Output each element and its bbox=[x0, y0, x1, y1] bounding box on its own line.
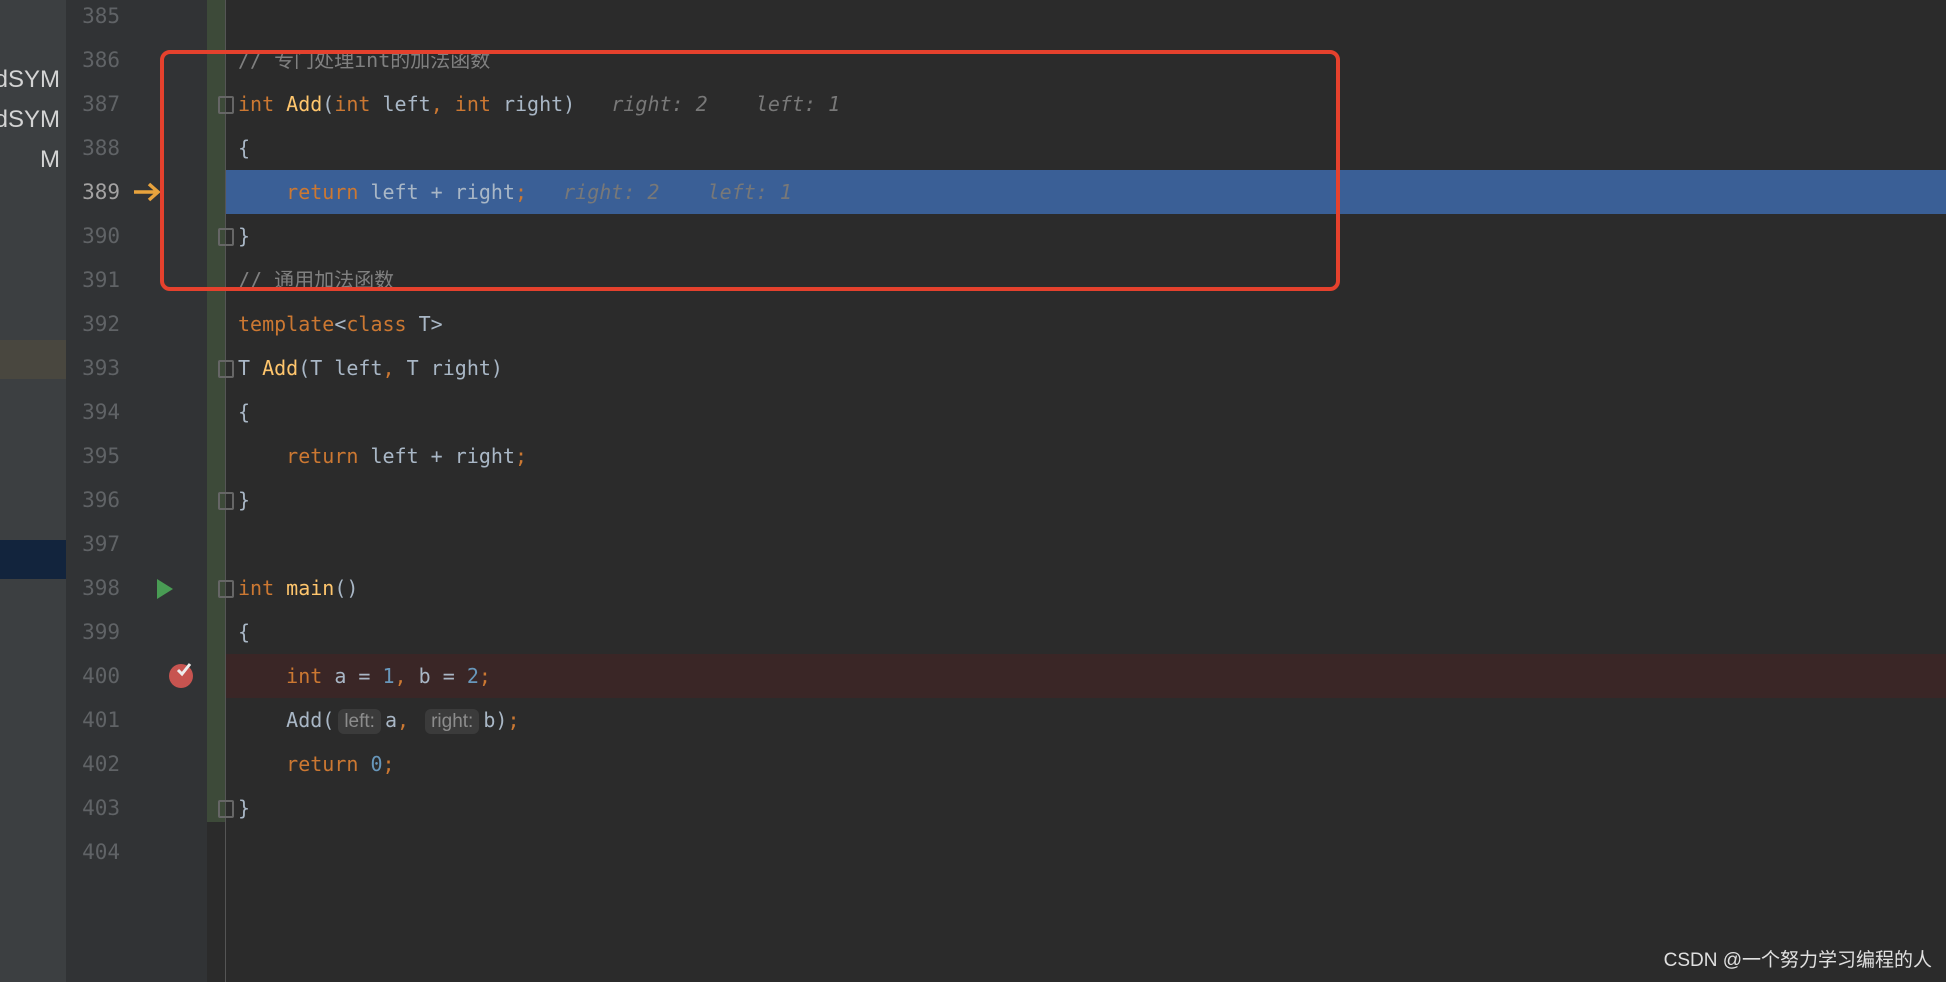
code-token: b) bbox=[483, 708, 508, 732]
code-token: ; bbox=[507, 708, 520, 732]
code-token: Add( bbox=[238, 708, 335, 732]
code-text[interactable]: Add(left: a, right: b); bbox=[238, 698, 519, 744]
code-text[interactable]: template<class T> bbox=[238, 302, 443, 346]
line-number: 400 bbox=[82, 664, 120, 688]
code-text[interactable]: return left + right; bbox=[238, 434, 527, 478]
line-number: 394 bbox=[82, 400, 120, 424]
execution-arrow-icon bbox=[134, 182, 161, 202]
code-line[interactable]: 393 T Add(T left, T right) bbox=[0, 346, 1946, 390]
code-token: return bbox=[238, 444, 371, 468]
code-line[interactable]: 385 bbox=[0, 0, 1946, 38]
code-token: int bbox=[238, 576, 287, 600]
code-token: , bbox=[397, 708, 422, 732]
code-line[interactable]: 400 int a = 1, b = 2; bbox=[0, 654, 1946, 698]
line-number: 399 bbox=[82, 620, 120, 644]
code-token: T> bbox=[418, 312, 443, 336]
code-token: 1 bbox=[382, 664, 395, 688]
line-number: 404 bbox=[82, 840, 120, 864]
code-token: ; bbox=[382, 752, 395, 776]
fold-icon[interactable] bbox=[218, 360, 234, 378]
line-number: 385 bbox=[82, 4, 120, 28]
line-number: 395 bbox=[82, 444, 120, 468]
code-token: 0 bbox=[370, 752, 383, 776]
code-line[interactable]: 401 Add(left: a, right: b); bbox=[0, 698, 1946, 742]
parameter-hint: right: bbox=[425, 709, 480, 734]
line-number: 401 bbox=[82, 708, 120, 732]
code-line[interactable]: 403} bbox=[0, 786, 1946, 830]
code-token: template bbox=[238, 312, 335, 336]
line-number: 386 bbox=[82, 48, 120, 72]
code-text[interactable]: int a = 1, b = 2; bbox=[238, 654, 491, 698]
code-token: class bbox=[346, 312, 419, 336]
code-line[interactable]: 402 return 0; bbox=[0, 742, 1946, 786]
code-text[interactable]: { bbox=[238, 610, 250, 654]
code-token: Add bbox=[262, 356, 299, 380]
line-number: 396 bbox=[82, 488, 120, 512]
line-number: 393 bbox=[82, 356, 120, 380]
code-token: { bbox=[238, 400, 251, 424]
code-token: , bbox=[382, 356, 407, 380]
code-token: (T left bbox=[298, 356, 383, 380]
code-token: main bbox=[286, 576, 335, 600]
code-line[interactable]: 394 { bbox=[0, 390, 1946, 434]
code-token: < bbox=[334, 312, 347, 336]
line-number: 392 bbox=[82, 312, 120, 336]
code-token: T right) bbox=[406, 356, 503, 380]
line-number: 387 bbox=[82, 92, 120, 116]
highlight-box bbox=[160, 50, 1340, 291]
line-number: 402 bbox=[82, 752, 120, 776]
line-number: 390 bbox=[82, 224, 120, 248]
code-token: int bbox=[238, 664, 335, 688]
code-line[interactable]: 404 bbox=[0, 830, 1946, 874]
code-text[interactable]: T Add(T left, T right) bbox=[238, 346, 503, 390]
breakpoint-icon[interactable] bbox=[167, 660, 197, 690]
code-line[interactable]: 397 bbox=[0, 522, 1946, 566]
fold-icon[interactable] bbox=[218, 800, 234, 818]
line-number: 398 bbox=[82, 576, 120, 600]
code-line[interactable]: 392 template<class T> bbox=[0, 302, 1946, 346]
line-number: 391 bbox=[82, 268, 120, 292]
code-text[interactable]: return 0; bbox=[238, 742, 395, 786]
run-icon[interactable] bbox=[155, 577, 175, 601]
line-number: 388 bbox=[82, 136, 120, 160]
code-token: ; bbox=[514, 444, 527, 468]
code-token: ; bbox=[478, 664, 491, 688]
code-token: T bbox=[238, 356, 263, 380]
code-token: a = bbox=[334, 664, 383, 688]
line-number: 389 bbox=[82, 180, 120, 204]
parameter-hint: left: bbox=[338, 709, 381, 734]
code-token: () bbox=[334, 576, 359, 600]
code-token: 2 bbox=[466, 664, 479, 688]
fold-icon[interactable] bbox=[218, 492, 234, 510]
code-line[interactable]: 396} bbox=[0, 478, 1946, 522]
watermark: CSDN @一个努力学习编程的人 bbox=[1663, 950, 1932, 971]
code-token: return bbox=[238, 752, 371, 776]
code-token: , bbox=[394, 664, 419, 688]
code-token: b = bbox=[418, 664, 467, 688]
line-number: 403 bbox=[82, 796, 120, 820]
code-token: left + right bbox=[370, 444, 515, 468]
code-text[interactable]: int main() bbox=[238, 566, 358, 610]
line-number: 397 bbox=[82, 532, 120, 556]
code-text[interactable]: } bbox=[238, 786, 250, 830]
fold-icon[interactable] bbox=[218, 580, 234, 598]
code-token: } bbox=[238, 488, 251, 512]
code-token: a bbox=[384, 708, 397, 732]
code-text[interactable]: { bbox=[238, 390, 250, 434]
code-line[interactable]: 398 int main() bbox=[0, 566, 1946, 610]
code-line[interactable]: 395 return left + right; bbox=[0, 434, 1946, 478]
code-line[interactable]: 399 { bbox=[0, 610, 1946, 654]
code-token: } bbox=[238, 796, 251, 820]
code-token: { bbox=[238, 620, 251, 644]
code-text[interactable]: } bbox=[238, 478, 250, 522]
